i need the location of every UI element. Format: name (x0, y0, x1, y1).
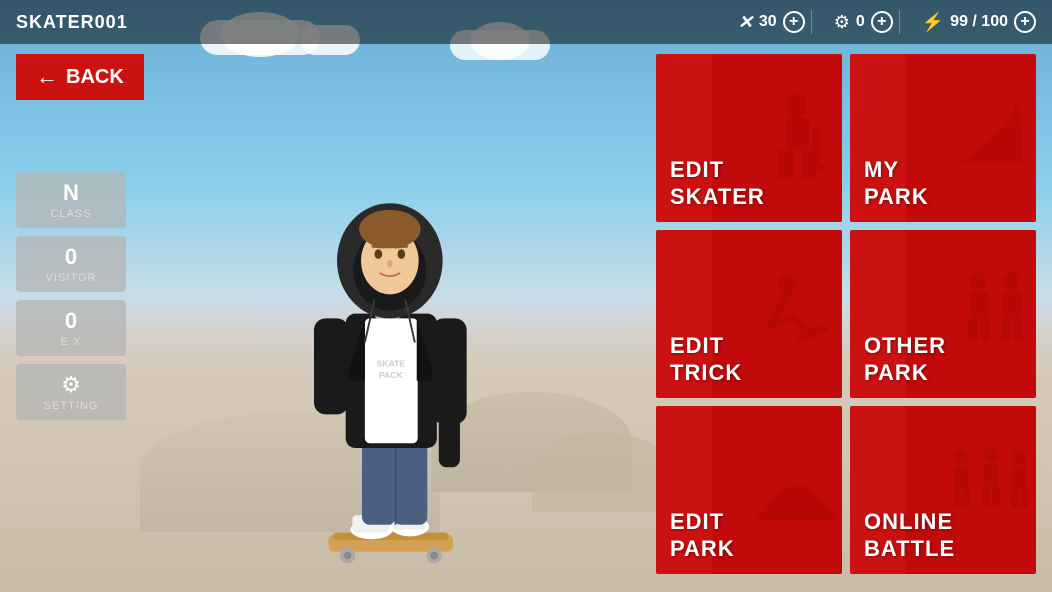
menu-button-other-park[interactable]: OTHER PARK (850, 230, 1036, 398)
xp-add-button[interactable]: + (783, 11, 805, 33)
class-value: N (24, 180, 118, 206)
svg-text:SKATE: SKATE (377, 358, 406, 368)
xp-value: 30 (759, 13, 777, 31)
visitor-value: 0 (24, 244, 118, 270)
setting-label: SETTING (24, 400, 118, 412)
class-stat-box: N CLASS (16, 172, 126, 228)
coin-add-button[interactable]: + (871, 11, 893, 33)
coin-value: 0 (856, 13, 865, 31)
menu-button-line2: PARK (864, 184, 929, 210)
back-arrow-icon: ← (36, 64, 58, 90)
menu-button-online-battle[interactable]: ONLINE BATTLE (850, 406, 1036, 574)
energy-value: 99 / 100 (950, 13, 1008, 31)
svg-text:PACK: PACK (379, 370, 404, 380)
menu-button-line2: SKATER (670, 184, 765, 210)
ex-stat-box: 0 E X (16, 300, 126, 356)
energy-stat-group: ⚡ 99 / 100 + (922, 11, 1036, 33)
menu-button-label-my-park: MY PARK (864, 157, 929, 210)
menu-button-line1: EDIT (670, 333, 742, 359)
class-label: CLASS (24, 208, 118, 220)
menu-button-line1: EDIT (670, 509, 735, 535)
divider (811, 10, 812, 34)
energy-add-button[interactable]: + (1014, 11, 1036, 33)
character-svg: SKATE PACK (256, 112, 516, 592)
back-button[interactable]: ← BACK (16, 54, 144, 100)
ex-label: E X (24, 336, 118, 348)
divider2 (899, 10, 900, 34)
menu-button-line1: ONLINE (864, 509, 955, 535)
header-bar: SKATER001 ✕ 30 + ⚙ 0 + ⚡ 99 / 100 + (0, 0, 1052, 44)
main-menu-grid: EDIT SKATER MY PARK EDIT TRICK (656, 54, 1036, 574)
menu-button-edit-trick[interactable]: EDIT TRICK (656, 230, 842, 398)
energy-icon: ⚡ (922, 12, 944, 33)
menu-button-line2: PARK (670, 536, 735, 562)
menu-button-line2: TRICK (670, 360, 742, 386)
setting-button[interactable]: ⚙ SETTING (16, 364, 126, 420)
menu-button-label-edit-trick: EDIT TRICK (670, 333, 742, 386)
menu-button-line2: PARK (864, 360, 946, 386)
menu-button-my-park[interactable]: MY PARK (850, 54, 1036, 222)
xp-stat-group: ✕ 30 + (738, 11, 805, 33)
left-stats-panel: N CLASS 0 VISITOR 0 E X ⚙ SETTING (16, 114, 126, 420)
menu-button-edit-skater[interactable]: EDIT SKATER (656, 54, 842, 222)
character-display: SKATE PACK (140, 44, 632, 592)
xp-icon: ✕ (738, 12, 753, 33)
menu-button-line2: BATTLE (864, 536, 955, 562)
menu-button-label-edit-skater: EDIT SKATER (670, 157, 765, 210)
menu-button-line1: MY (864, 157, 929, 183)
menu-button-label-online-battle: ONLINE BATTLE (864, 509, 955, 562)
menu-button-line1: OTHER (864, 333, 946, 359)
gear-icon: ⚙ (61, 372, 81, 397)
player-name: SKATER001 (16, 12, 722, 33)
menu-button-edit-park[interactable]: EDIT PARK (656, 406, 842, 574)
visitor-stat-box: 0 VISITOR (16, 236, 126, 292)
visitor-label: VISITOR (24, 272, 118, 284)
back-label: BACK (66, 66, 124, 89)
menu-button-label-edit-park: EDIT PARK (670, 509, 735, 562)
coin-stat-group: ⚙ 0 + (834, 11, 893, 33)
coin-icon: ⚙ (834, 12, 850, 33)
menu-button-line1: EDIT (670, 157, 765, 183)
ex-value: 0 (24, 308, 118, 334)
menu-button-label-other-park: OTHER PARK (864, 333, 946, 386)
